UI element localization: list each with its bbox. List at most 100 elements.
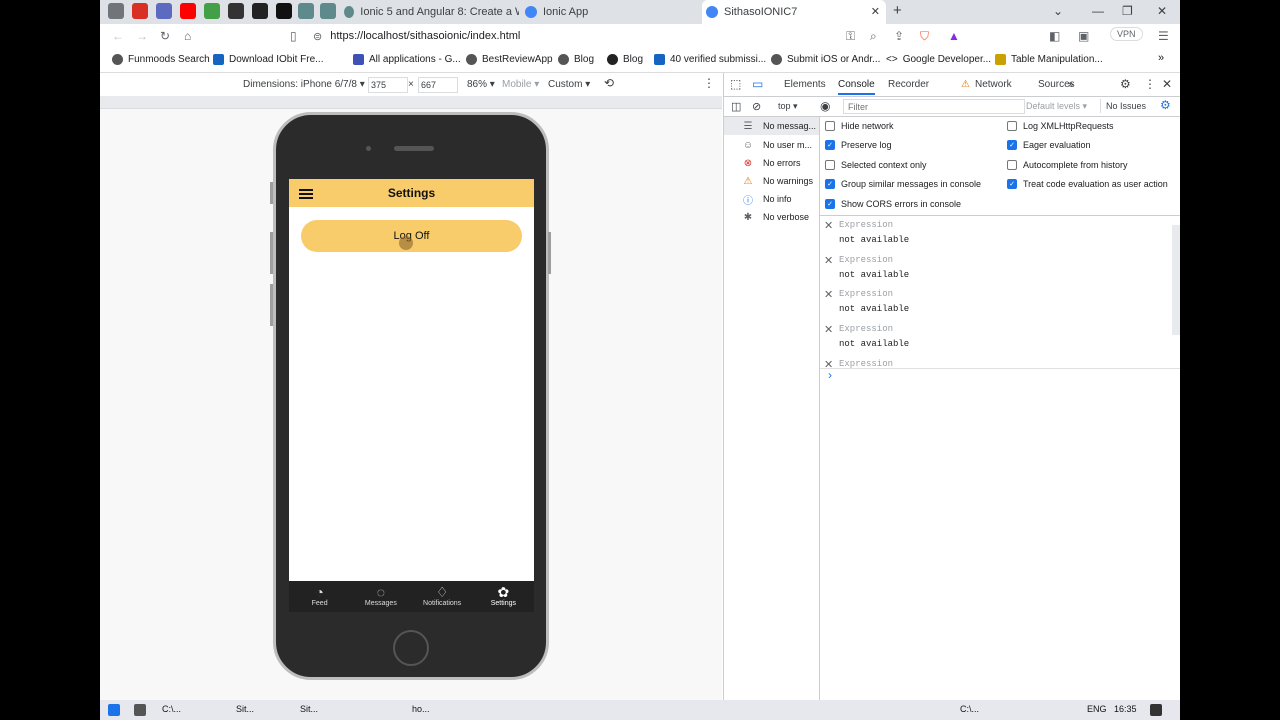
remove-expression-icon[interactable]: ✕ (824, 288, 833, 301)
bookmark-item[interactable]: Funmoods Search (112, 54, 210, 65)
pinned-tab-icon[interactable] (156, 3, 172, 19)
more-bookmarks-icon[interactable]: » (1158, 52, 1164, 64)
checkbox[interactable]: ✓ (825, 140, 835, 150)
window-close-icon[interactable]: ✕ (1157, 4, 1167, 18)
checkbox[interactable] (825, 160, 835, 170)
vpn-button[interactable]: VPN (1110, 27, 1143, 41)
issues-button[interactable]: No Issues (1100, 99, 1151, 113)
remove-expression-icon[interactable]: ✕ (824, 358, 833, 368)
tab-console[interactable]: Console (838, 79, 875, 95)
console-prompt[interactable]: › (828, 368, 832, 382)
checkbox[interactable]: ✓ (1007, 140, 1017, 150)
pinned-tab-icon[interactable] (252, 3, 268, 19)
console-settings-icon[interactable]: ⚙ (1160, 98, 1171, 112)
tab-notifications[interactable]: ♢ Notifications (412, 581, 473, 612)
bookmark-item[interactable]: <> Google Developer... (886, 54, 991, 65)
live-expression-eye-icon[interactable]: ◉ (820, 99, 830, 113)
maximize-icon[interactable]: ❐ (1122, 4, 1133, 18)
youtube-tab-icon[interactable] (180, 3, 196, 19)
remove-expression-icon[interactable]: ✕ (824, 323, 833, 336)
checkbox[interactable] (1007, 160, 1017, 170)
context-select[interactable]: top ▾ (778, 101, 798, 112)
pinned-tab-icon[interactable] (204, 3, 220, 19)
autocomplete-history-checkbox[interactable]: Autocomplete from history (1007, 160, 1128, 170)
group-similar-checkbox[interactable]: ✓ Group similar messages in console (825, 179, 981, 189)
bookmark-item[interactable]: Download IObit Fre... (213, 54, 323, 65)
live-expression[interactable]: ✕ Expression not available (820, 252, 1172, 286)
tab-ionic-angular[interactable]: Ionic 5 and Angular 8: Create a Welco (344, 0, 519, 24)
brave-shield-icon[interactable]: ⛉ (920, 29, 929, 44)
sidebar-item-info[interactable]: ⓘ No info (724, 190, 819, 208)
task-view-icon[interactable] (134, 704, 146, 716)
zoom-icon[interactable]: ⌕ (870, 29, 877, 44)
zoom-select[interactable]: 86% ▾ (467, 79, 495, 90)
pinned-tab-icon[interactable] (132, 3, 148, 19)
taskbar-item[interactable]: Sit... (300, 704, 318, 714)
mode-select[interactable]: Mobile ▾ (502, 79, 539, 90)
live-expression[interactable]: ✕ Expression not available (820, 217, 1172, 251)
settings-gear-icon[interactable]: ⚙ (1120, 77, 1131, 91)
rewards-icon[interactable]: ▲ (948, 29, 960, 43)
tab-settings[interactable]: ✿ Settings (473, 581, 534, 612)
bookmark-item[interactable]: 40 verified submissi... (654, 54, 766, 65)
more-options-icon[interactable]: ⋮ (1144, 77, 1156, 91)
key-icon[interactable]: ⚿ (846, 29, 855, 44)
log-xhr-checkbox[interactable]: Log XMLHttpRequests (1007, 121, 1114, 131)
taskbar-item[interactable]: Sit... (236, 704, 254, 714)
menu-icon[interactable]: ☰ (1158, 29, 1169, 43)
address-bar[interactable]: ⊜ https://localhost/sithasoionic/index.h… (313, 26, 963, 46)
share-icon[interactable]: ⇪ (894, 29, 904, 43)
bookmark-item[interactable]: Table Manipulation... (995, 54, 1103, 65)
sidebar-toggle-icon[interactable]: ◫ (731, 100, 741, 113)
checkbox[interactable]: ✓ (825, 179, 835, 189)
remove-expression-icon[interactable]: ✕ (824, 219, 833, 232)
width-input[interactable] (368, 77, 408, 93)
github-tab-icon[interactable] (276, 3, 292, 19)
device-toggle-icon[interactable]: ▭ (752, 77, 763, 91)
home-icon[interactable]: ⌂ (184, 29, 191, 43)
pinned-tab-icon[interactable] (320, 3, 336, 19)
sidebar-item-user-messages[interactable]: ☺ No user m... (724, 136, 819, 154)
close-devtools-icon[interactable]: ✕ (1162, 77, 1172, 91)
sidebar-item-messages[interactable]: ☰ No messag... (724, 117, 819, 135)
home-button[interactable] (393, 630, 429, 666)
tab-sithaso-active[interactable]: SithasoIONIC7 ✕ (702, 0, 886, 24)
bookmark-item[interactable]: Blog (607, 54, 643, 65)
checkbox[interactable] (1007, 121, 1017, 131)
notifications-icon[interactable] (1150, 704, 1162, 716)
sidebar-item-verbose[interactable]: ✱ No verbose (724, 208, 819, 226)
reload-icon[interactable]: ↻ (160, 29, 170, 43)
chevron-down-icon[interactable]: ⌄ (1053, 4, 1063, 18)
taskbar-item[interactable]: ho... (412, 704, 430, 714)
rotate-icon[interactable]: ⟲ (604, 76, 614, 90)
tab-network[interactable]: Network (975, 79, 1012, 90)
checkbox[interactable] (825, 121, 835, 131)
bookmark-item[interactable]: All applications - G... (353, 54, 461, 65)
pinned-tab-icon[interactable] (228, 3, 244, 19)
close-tab-icon[interactable]: ✕ (871, 5, 880, 18)
bookmark-item[interactable]: Blog (558, 54, 594, 65)
checkbox[interactable]: ✓ (1007, 179, 1017, 189)
pinned-tab-icon[interactable] (108, 3, 124, 19)
back-icon[interactable]: ← (112, 29, 124, 43)
eager-evaluation-checkbox[interactable]: ✓ Eager evaluation (1007, 140, 1091, 150)
checkbox[interactable]: ✓ (825, 199, 835, 209)
log-levels-select[interactable]: Default levels ▾ (1026, 101, 1087, 112)
clock[interactable]: 16:35 (1114, 704, 1137, 714)
sidebar-item-errors[interactable]: ⊗ No errors (724, 154, 819, 172)
sidebar-icon[interactable]: ◧ (1049, 29, 1060, 43)
wallet-icon[interactable]: ▣ (1078, 29, 1089, 43)
device-select[interactable]: Dimensions: iPhone 6/7/8 ▾ (243, 79, 365, 90)
sidebar-item-warnings[interactable]: ⚠ No warnings (724, 172, 819, 190)
height-input[interactable] (418, 77, 458, 93)
language-indicator[interactable]: ENG (1087, 704, 1107, 714)
tab-messages[interactable]: ◌ Messages (350, 581, 411, 612)
throttle-select[interactable]: Custom ▾ (548, 79, 590, 90)
clear-console-icon[interactable]: ⊘ (752, 100, 761, 113)
live-expression[interactable]: ✕ Expression (820, 356, 1172, 368)
more-options-icon[interactable]: ⋮ (703, 76, 715, 90)
bookmark-item[interactable]: BestReviewApp (466, 54, 553, 65)
hide-network-checkbox[interactable]: Hide network (825, 121, 894, 131)
remove-expression-icon[interactable]: ✕ (824, 254, 833, 267)
site-info-icon[interactable]: ⊜ (313, 30, 322, 43)
